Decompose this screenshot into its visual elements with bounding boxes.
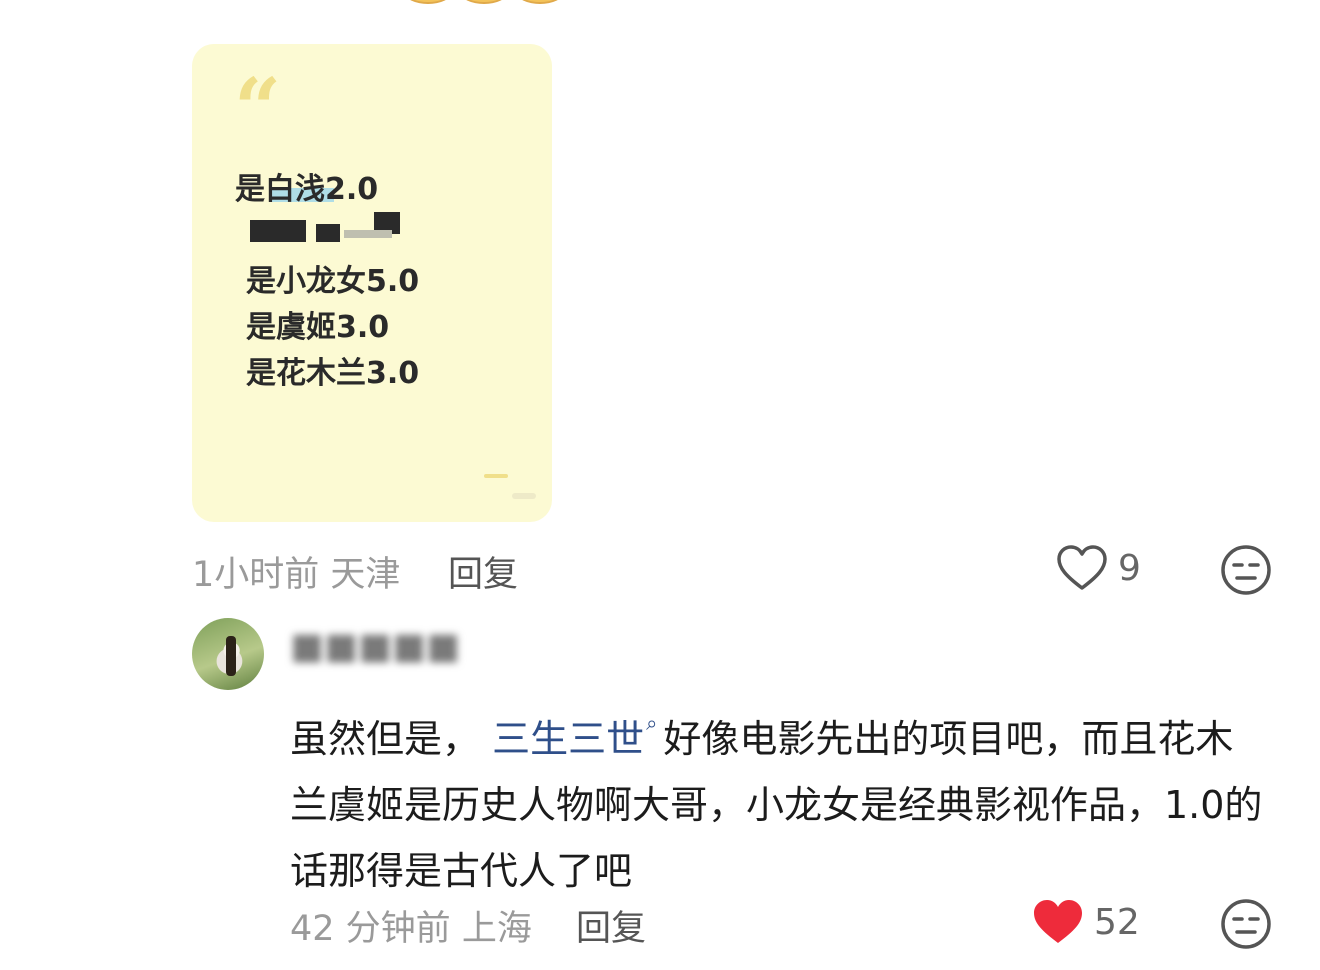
meh-face-icon[interactable] (1220, 544, 1272, 596)
username-blurred[interactable]: ■■■■■ (290, 626, 460, 667)
left-double-quote-icon: “ (234, 61, 282, 157)
comment-meta: 42 分钟前 上海 (290, 900, 532, 951)
meh-face-icon[interactable] (1220, 898, 1272, 950)
comment-location: 上海 (461, 909, 532, 949)
heart-filled-icon[interactable] (1032, 898, 1084, 946)
redacted-line (244, 210, 404, 246)
emoji-icon (405, 0, 451, 4)
card-decoration (484, 474, 508, 478)
like-count: 52 (1094, 902, 1140, 943)
reply-button[interactable]: 回复 (576, 900, 646, 951)
card-line: 是花木兰3.0 (246, 356, 420, 391)
like-count: 9 (1118, 548, 1141, 589)
emoji-icon (517, 0, 563, 4)
heart-outline-icon[interactable] (1056, 544, 1108, 592)
avatar[interactable] (192, 618, 264, 690)
comment-text-start: 虽然但是， (290, 717, 481, 761)
card-line: 是白浅2.0 (235, 172, 379, 207)
comment-meta: 1小时前 天津 (192, 546, 400, 597)
topic-link[interactable]: 三生三世 (492, 717, 644, 761)
watermark (512, 493, 536, 499)
reply-button[interactable]: 回复 (448, 546, 518, 597)
comment-location: 天津 (330, 555, 401, 595)
card-line: 是小龙女5.0 (246, 264, 420, 299)
comment-time: 42 分钟前 (290, 909, 451, 949)
search-icon[interactable]: ⌕ (646, 711, 657, 735)
emoji-icon (461, 0, 507, 4)
comment-text: 虽然但是， 三生三世 ⌕ 好像电影先出的项目吧，而且花木兰虞姬是历史人物啊大哥，小龙… (290, 690, 1265, 904)
emoji-row (405, 0, 563, 4)
card-line: 是虞姬3.0 (246, 310, 390, 345)
comment-time: 1小时前 (192, 555, 320, 595)
